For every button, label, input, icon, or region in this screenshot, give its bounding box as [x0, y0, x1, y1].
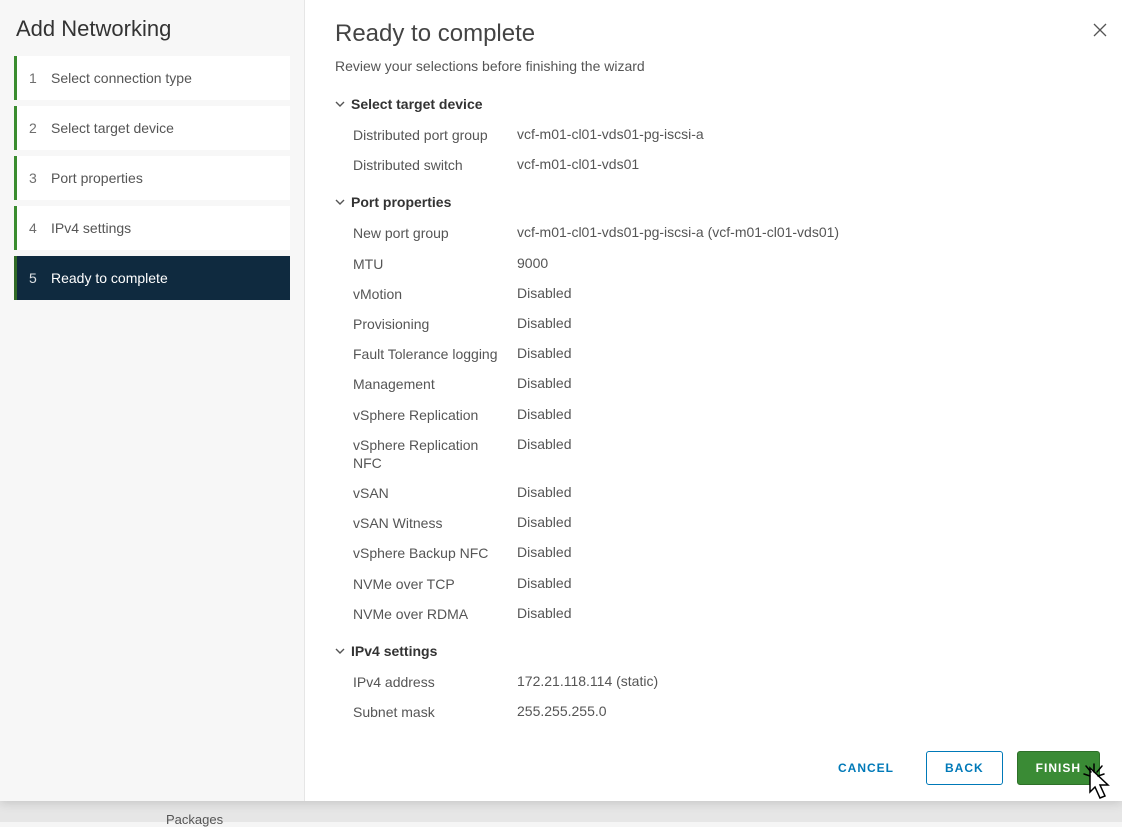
step-label: Ready to complete [51, 270, 168, 286]
section-title: IPv4 settings [351, 643, 437, 659]
section-title: Port properties [351, 194, 451, 210]
summary-row: Distributed switchvcf-m01-cl01-vds01 [353, 150, 1092, 180]
summary-row: vSphere ReplicationDisabled [353, 400, 1092, 430]
summary-row: ManagementDisabled [353, 369, 1092, 399]
summary-value: Disabled [517, 375, 1092, 391]
summary-key: vSAN [353, 484, 517, 502]
wizard-steps: 1Select connection type 2Select target de… [14, 56, 290, 300]
summary-row: vSphere Backup NFCDisabled [353, 538, 1092, 568]
finish-button[interactable]: FINISH [1017, 751, 1100, 785]
section-title: Select target device [351, 96, 483, 112]
chevron-down-icon [335, 643, 345, 659]
summary-key: vSphere Replication NFC [353, 436, 517, 472]
chevron-down-icon [335, 194, 345, 210]
background-tab-label: Packages [166, 812, 223, 827]
section-rows-port: New port groupvcf-m01-cl01-vds01-pg-iscs… [335, 218, 1092, 629]
step-label: Port properties [51, 170, 143, 186]
summary-row: New port groupvcf-m01-cl01-vds01-pg-iscs… [353, 218, 1092, 248]
wizard-step-2[interactable]: 2Select target device [14, 106, 290, 150]
wizard-step-3[interactable]: 3Port properties [14, 156, 290, 200]
summary-row: MTU9000 [353, 249, 1092, 279]
summary-key: Subnet mask [353, 703, 517, 721]
summary-key: New port group [353, 224, 517, 242]
section-rows-target: Distributed port groupvcf-m01-cl01-vds01… [335, 120, 1092, 180]
add-networking-wizard: Add Networking 1Select connection type2S… [0, 0, 1122, 801]
close-icon[interactable] [1086, 16, 1114, 44]
wizard-sidebar: Add Networking 1Select connection type2S… [0, 0, 305, 801]
summary-key: vSAN Witness [353, 514, 517, 532]
summary-key: vSphere Replication [353, 406, 517, 424]
summary-value: 9000 [517, 255, 1092, 271]
summary-value: Disabled [517, 484, 1092, 500]
summary-row: IPv4 address172.21.118.114 (static) [353, 667, 1092, 697]
chevron-down-icon [335, 96, 345, 112]
summary-value: 255.255.255.0 [517, 703, 1092, 719]
summary-row: vSAN WitnessDisabled [353, 508, 1092, 538]
summary-value: Disabled [517, 544, 1092, 560]
summary-key: Provisioning [353, 315, 517, 333]
summary-key: Distributed port group [353, 126, 517, 144]
cancel-button[interactable]: CANCEL [820, 751, 912, 785]
section-rows-ipv4: IPv4 address172.21.118.114 (static)Subne… [335, 667, 1092, 727]
summary-key: MTU [353, 255, 517, 273]
wizard-title: Add Networking [14, 12, 290, 56]
summary-value: Disabled [517, 345, 1092, 361]
summary-value: Disabled [517, 406, 1092, 422]
summary-row: ProvisioningDisabled [353, 309, 1092, 339]
summary-value: vcf-m01-cl01-vds01 [517, 156, 1092, 172]
step-number: 2 [29, 120, 51, 136]
summary-value: Disabled [517, 575, 1092, 591]
summary-key: NVMe over RDMA [353, 605, 517, 623]
summary-row: vSANDisabled [353, 478, 1092, 508]
wizard-footer: CANCEL BACK FINISH [305, 735, 1122, 801]
summary-key: vMotion [353, 285, 517, 303]
summary-value: Disabled [517, 436, 1092, 452]
section-header-target[interactable]: Select target device [335, 96, 1092, 112]
step-number: 4 [29, 220, 51, 236]
wizard-step-4[interactable]: 4IPv4 settings [14, 206, 290, 250]
summary-value: vcf-m01-cl01-vds01-pg-iscsi-a [517, 126, 1092, 142]
wizard-step-5[interactable]: 5Ready to complete [14, 256, 290, 300]
page-title: Ready to complete [335, 20, 1092, 48]
back-button[interactable]: BACK [926, 751, 1003, 785]
summary-value: 172.21.118.114 (static) [517, 673, 1092, 689]
summary-row: NVMe over TCPDisabled [353, 569, 1092, 599]
page-subtitle: Review your selections before finishing … [335, 58, 1092, 74]
section-header-port[interactable]: Port properties [335, 194, 1092, 210]
step-label: Select connection type [51, 70, 192, 86]
summary-row: Fault Tolerance loggingDisabled [353, 339, 1092, 369]
summary-row: NVMe over RDMADisabled [353, 599, 1092, 629]
summary-key: NVMe over TCP [353, 575, 517, 593]
summary-value: Disabled [517, 285, 1092, 301]
step-number: 1 [29, 70, 51, 86]
wizard-content: Ready to complete Review your selections… [305, 0, 1122, 801]
summary-row: Subnet mask255.255.255.0 [353, 697, 1092, 727]
summary-value: Disabled [517, 605, 1092, 621]
summary-key: Management [353, 375, 517, 393]
section-header-ipv4[interactable]: IPv4 settings [335, 643, 1092, 659]
summary-row: vMotionDisabled [353, 279, 1092, 309]
summary-value: Disabled [517, 514, 1092, 530]
wizard-step-1[interactable]: 1Select connection type [14, 56, 290, 100]
summary-row: vSphere Replication NFCDisabled [353, 430, 1092, 478]
summary-key: Distributed switch [353, 156, 517, 174]
summary-key: Fault Tolerance logging [353, 345, 517, 363]
summary-row: Distributed port groupvcf-m01-cl01-vds01… [353, 120, 1092, 150]
summary-key: vSphere Backup NFC [353, 544, 517, 562]
step-label: Select target device [51, 120, 174, 136]
step-number: 5 [29, 270, 51, 286]
summary-key: IPv4 address [353, 673, 517, 691]
summary-value: Disabled [517, 315, 1092, 331]
summary-value: vcf-m01-cl01-vds01-pg-iscsi-a (vcf-m01-c… [517, 224, 1092, 240]
step-number: 3 [29, 170, 51, 186]
step-label: IPv4 settings [51, 220, 131, 236]
